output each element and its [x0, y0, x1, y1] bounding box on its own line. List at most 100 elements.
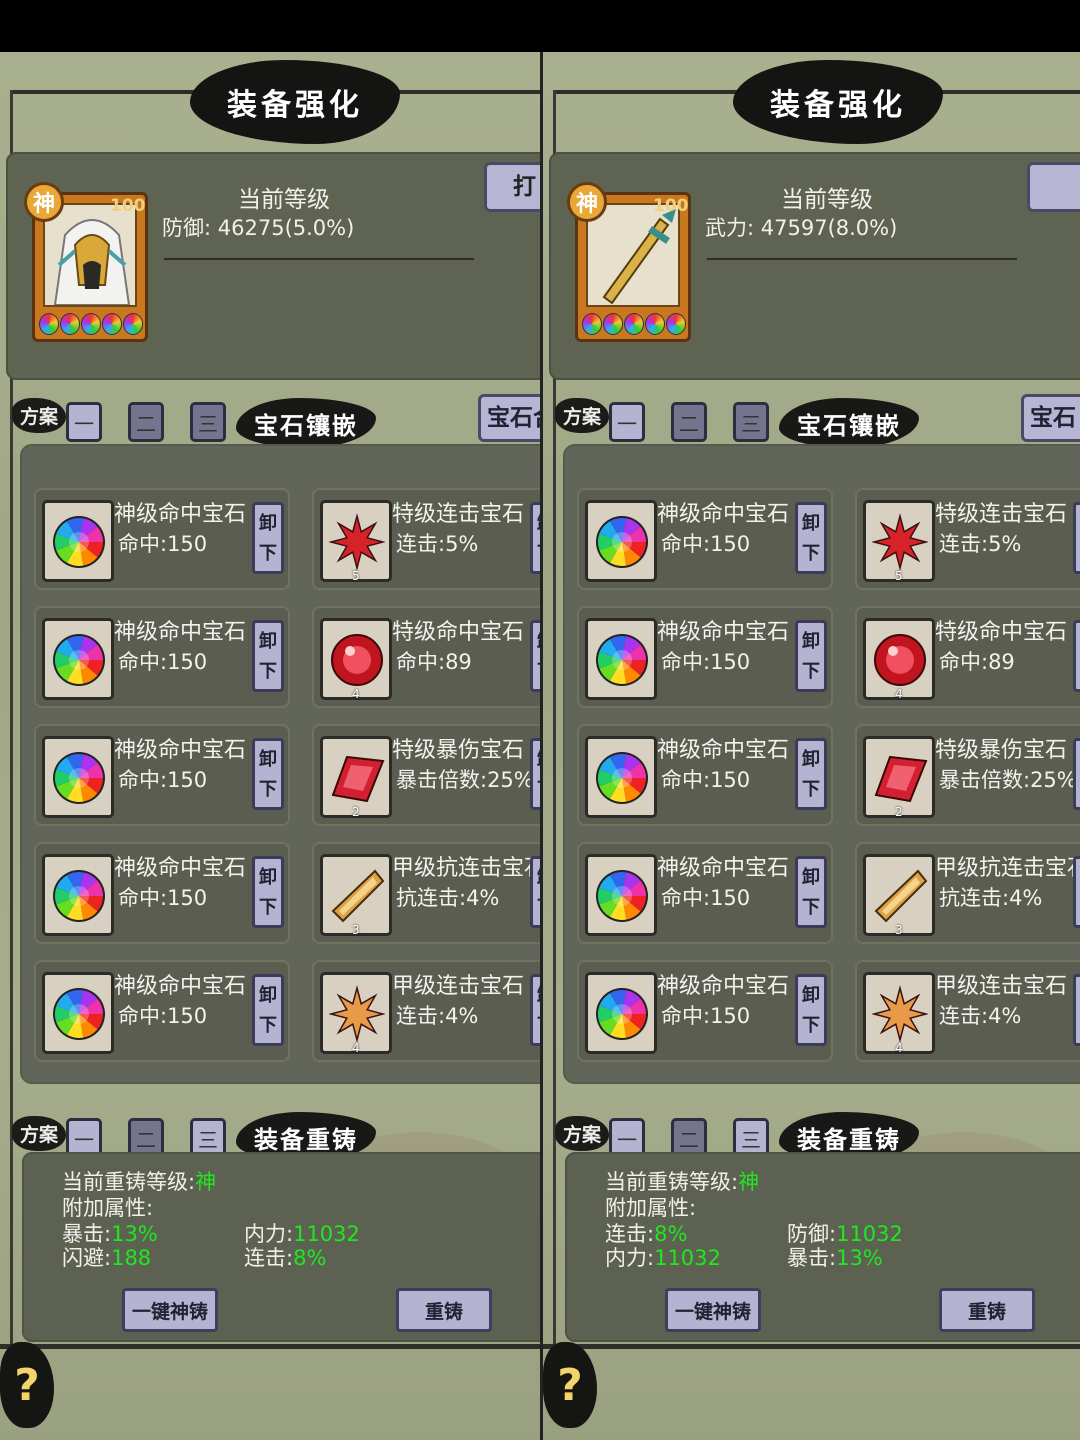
unload-button[interactable]: 卸下 [795, 856, 827, 928]
gem-name: 神级命中宝石 [114, 502, 247, 527]
unload-label-char: 下 [1076, 775, 1080, 805]
attr-label: 闪避: [62, 1246, 112, 1270]
gem-value: 命中:150 [661, 1004, 751, 1028]
unload-button[interactable]: 卸下 [530, 856, 540, 928]
gem-card[interactable]: 神级命中宝石 命中:150 卸下 [34, 488, 290, 590]
unload-button[interactable]: 卸下 [795, 738, 827, 810]
unload-button[interactable]: 卸下 [1073, 974, 1080, 1046]
unload-label-char: 卸 [533, 863, 540, 893]
gem-card[interactable]: 神级命中宝石 命中:150 卸下 [577, 842, 833, 944]
unload-button[interactable]: 卸下 [1073, 502, 1080, 574]
unload-button[interactable]: 卸下 [795, 620, 827, 692]
recast-button[interactable]: 重铸 [396, 1288, 492, 1332]
scheme-button-2[interactable]: 二 [671, 402, 707, 442]
unload-button[interactable]: 卸下 [252, 738, 284, 810]
gem-card[interactable]: 神级命中宝石 命中:150 卸下 [577, 960, 833, 1062]
unload-button[interactable]: 卸下 [530, 502, 540, 574]
gem-count: 4 [352, 1041, 360, 1055]
gem-card[interactable]: 4 特级命中宝石命中:89 卸下 [312, 606, 540, 708]
unload-button[interactable]: 卸下 [530, 620, 540, 692]
gem-card[interactable]: 神级命中宝石 命中:150 卸下 [34, 606, 290, 708]
help-icon[interactable]: ? [0, 1342, 54, 1428]
unload-label-char: 卸 [259, 631, 277, 652]
gem-name: 特级暴伤宝石 [935, 738, 1068, 763]
gem-card[interactable]: 神级命中宝石 命中:150 卸下 [577, 724, 833, 826]
scheme-button-1[interactable]: 一 [609, 402, 645, 442]
gem-card[interactable]: 2 特级暴伤宝石暴击倍数:25%卸下 [855, 724, 1080, 826]
recast-scheme-label: 方案 [12, 1116, 67, 1151]
gem-name: 神级命中宝石 [114, 856, 247, 881]
scheme-button-3[interactable]: 三 [733, 402, 769, 442]
one-click-god-forge-button[interactable]: 一键神铸 [122, 1288, 218, 1332]
equipment-gem-slots [39, 313, 143, 335]
gem-name: 特级暴伤宝石 [392, 738, 525, 763]
gem-slot-icon [123, 313, 143, 335]
gem-card[interactable]: 4 甲级连击宝石连击:4% 卸下 [312, 960, 540, 1062]
gem-card[interactable]: 神级命中宝石 命中:150 卸下 [577, 488, 833, 590]
unload-button[interactable]: 卸下 [1073, 856, 1080, 928]
gem-value: 暴击倍数:25% [939, 768, 1077, 792]
gem-card[interactable]: 4 甲级连击宝石连击:4% 卸下 [855, 960, 1080, 1062]
red-rhombus-gem-icon: 2 [863, 736, 935, 819]
gem-card[interactable]: 2 特级暴伤宝石暴击倍数:25%卸下 [312, 724, 540, 826]
unload-label-char: 下 [802, 779, 820, 800]
gem-card[interactable]: 3 甲级抗连击宝石抗连击:4% 卸下 [855, 842, 1080, 944]
unload-button[interactable]: 卸下 [795, 502, 827, 574]
gem-card[interactable]: 神级命中宝石 命中:150 卸下 [34, 724, 290, 826]
red-round-gem-icon: 4 [320, 618, 392, 701]
gold-crystal-gem-icon: 3 [863, 854, 935, 937]
gem-name: 甲级连击宝石 [935, 974, 1068, 999]
gem-slot-icon [645, 313, 665, 335]
gem-card[interactable]: 神级命中宝石 命中:150 卸下 [577, 606, 833, 708]
forge-tab-button[interactable]: 打 [484, 162, 540, 212]
gem-name: 神级命中宝石 [657, 856, 790, 881]
unload-label-char: 卸 [533, 627, 540, 657]
recast-level-label: 当前重铸等级: [62, 1170, 196, 1194]
unload-button[interactable]: 卸下 [530, 974, 540, 1046]
gem-value: 连击:4% [939, 1004, 1022, 1028]
unload-label-char: 卸 [1076, 627, 1080, 657]
forge-tab-button[interactable] [1027, 162, 1080, 212]
attr-value: 188 [111, 1246, 152, 1270]
gem-slot-icon [666, 313, 686, 335]
unload-button[interactable]: 卸下 [252, 502, 284, 574]
gem-value: 连击:4% [396, 1004, 479, 1028]
recast-level-value: 神 [738, 1170, 760, 1194]
gem-synthesis-tab[interactable]: 宝石合 [478, 394, 540, 442]
unload-label-char: 下 [1076, 539, 1080, 569]
gem-synthesis-tab[interactable]: 宝石 [1021, 394, 1080, 442]
divider-line [164, 258, 474, 260]
scheme-button-3[interactable]: 三 [190, 402, 226, 442]
gem-name: 特级命中宝石 [392, 620, 525, 645]
unload-button[interactable]: 卸下 [795, 974, 827, 1046]
gem-card[interactable]: 5 特级连击宝石连击:5% 卸下 [855, 488, 1080, 590]
gem-name: 神级命中宝石 [114, 738, 247, 763]
unload-button[interactable]: 卸下 [252, 974, 284, 1046]
unload-label-char: 下 [533, 657, 540, 687]
gem-card[interactable]: 3 甲级抗连击宝石抗连击:4% 卸下 [312, 842, 540, 944]
gem-card[interactable]: 4 特级命中宝石命中:89 卸下 [855, 606, 1080, 708]
unload-button[interactable]: 卸下 [1073, 620, 1080, 692]
unload-button[interactable]: 卸下 [252, 856, 284, 928]
unload-label-char: 卸 [802, 867, 820, 888]
help-icon[interactable]: ? [543, 1342, 597, 1428]
unload-label-char: 下 [259, 543, 277, 564]
gem-card[interactable]: 神级命中宝石 命中:150 卸下 [34, 960, 290, 1062]
unload-button[interactable]: 卸下 [252, 620, 284, 692]
unload-button[interactable]: 卸下 [1073, 738, 1080, 810]
attr-label: 内力: [605, 1246, 655, 1270]
scheme-button-2[interactable]: 二 [128, 402, 164, 442]
gem-card[interactable]: 5 特级连击宝石连击:5% 卸下 [312, 488, 540, 590]
gem-value: 命中:150 [661, 532, 751, 556]
recast-scheme-label: 方案 [555, 1116, 610, 1151]
gem-name: 神级命中宝石 [114, 620, 247, 645]
unload-button[interactable]: 卸下 [530, 738, 540, 810]
scheme-button-1[interactable]: 一 [66, 402, 102, 442]
equipment-panel-right: 装备强化 神 100 当前等级 武力: 47597(8.0%) 方案 一 二 三… [543, 52, 1080, 1440]
gem-card[interactable]: 神级命中宝石 命中:150 卸下 [34, 842, 290, 944]
one-click-god-forge-button[interactable]: 一键神铸 [665, 1288, 761, 1332]
gem-name: 神级命中宝石 [657, 620, 790, 645]
recast-button[interactable]: 重铸 [939, 1288, 1035, 1332]
gem-value: 抗连击:4% [396, 886, 500, 910]
gem-name: 甲级抗连击宝石 [935, 856, 1080, 881]
